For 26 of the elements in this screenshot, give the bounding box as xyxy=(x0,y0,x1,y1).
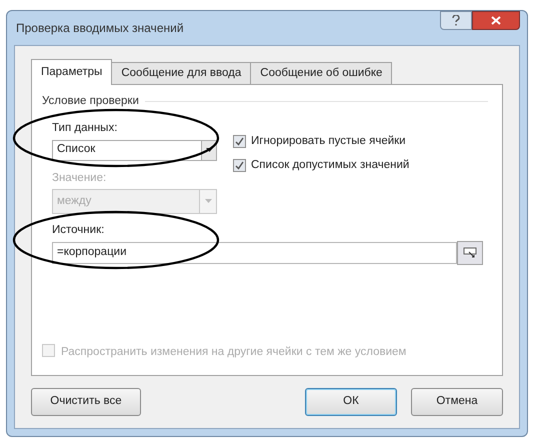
help-button[interactable] xyxy=(440,11,472,30)
dialog-button[interactable]: ОК xyxy=(305,388,397,416)
field-label: Значение: xyxy=(52,170,106,186)
close-button[interactable] xyxy=(472,11,520,30)
range-select-icon xyxy=(463,247,477,259)
data-type-select[interactable]: Список xyxy=(52,140,202,160)
checkbox-label: Список допустимых значений xyxy=(251,158,410,172)
tab[interactable]: Параметры xyxy=(31,59,112,85)
dialog-button[interactable]: Очистить все xyxy=(31,388,141,416)
checkbox[interactable] xyxy=(233,135,246,148)
field-label: Источник: xyxy=(52,222,106,238)
dialog-button[interactable]: Отмена xyxy=(411,388,503,416)
window-title: Проверка вводимых значений xyxy=(15,20,184,37)
range-picker-button[interactable] xyxy=(457,241,483,265)
checkbox-label: Распространить изменения на другие ячейки с тем же условием xyxy=(61,344,406,360)
checkbox[interactable] xyxy=(233,158,246,172)
checkbox-label: Игнорировать пустые ячейки xyxy=(251,134,406,150)
tab[interactable]: Сообщение для ввода xyxy=(111,62,252,84)
checkmark-icon xyxy=(235,137,244,146)
checkmark-icon xyxy=(235,160,244,170)
source-field[interactable]: =корпорации xyxy=(52,242,457,264)
field-label: Тип данных: xyxy=(52,121,118,136)
close-icon xyxy=(491,16,501,25)
group-title: Условие проверки xyxy=(42,94,139,109)
help-icon xyxy=(452,15,460,26)
tab[interactable]: Сообщение об ошибке xyxy=(250,62,392,84)
